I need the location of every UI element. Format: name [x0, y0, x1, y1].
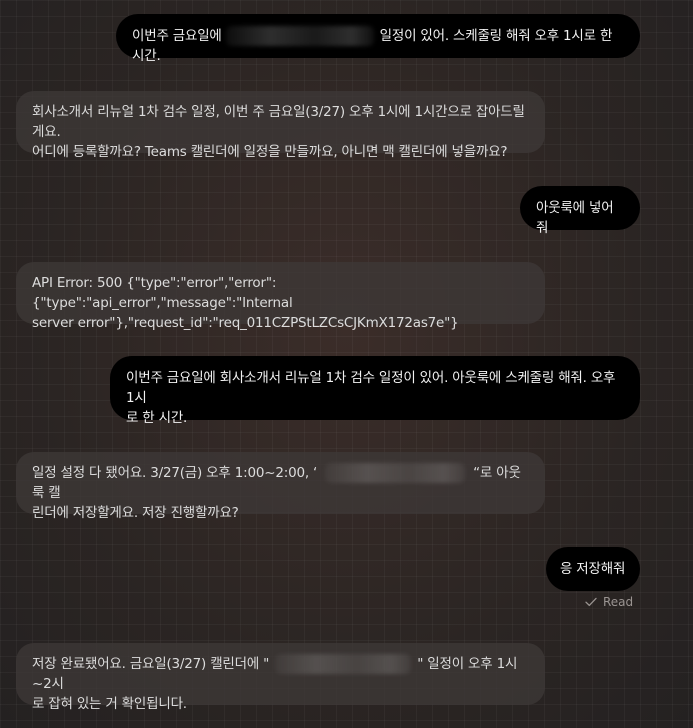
message-text: 어디에 등록할까요? Teams 캘린더에 일정을 만들까요, 아니면 맥 캘린…	[32, 144, 508, 160]
error-text: server error"},"request_id":"req_011CZPS…	[32, 315, 459, 331]
user-message: 아웃룩에 넣어줘	[520, 186, 640, 236]
user-message: 이번주 금요일에 일정이 있어. 스케줄링 해줘 오후 1시로 한 시간.	[116, 14, 640, 64]
message-text: 이번주 금요일에	[132, 28, 222, 44]
checkmark-icon	[585, 597, 597, 607]
message-line: 저장 완료됐어요. 금요일(3/27) 캘린더에 " " 일정이 오후 1시~2시	[32, 654, 529, 694]
redacted-text	[275, 654, 412, 674]
message-text: 아웃룩에 넣어줘	[536, 200, 614, 236]
read-receipt: Read	[585, 592, 633, 612]
error-text: API Error: 500 {"type":"error","error":{…	[32, 275, 293, 311]
message-text: 로 잡혀 있는 거 확인됩니다.	[32, 696, 187, 712]
user-message: 응 저장해줘	[546, 547, 640, 591]
message-text: 이번주 금요일에 회사소개서 리뉴얼 1차 검수 일정이 있어. 아웃룩에 스케…	[126, 370, 616, 406]
assistant-message: API Error: 500 {"type":"error","error":{…	[16, 262, 545, 331]
redacted-text	[225, 26, 374, 46]
assistant-message: 회사소개서 리뉴얼 1차 검수 일정, 이번 주 금요일(3/27) 오후 1시…	[16, 91, 545, 160]
message-text: 린더에 저장할게요. 저장 진행할까요?	[32, 505, 239, 521]
assistant-message: 일정 설정 다 됐어요. 3/27(금) 오후 1:00~2:00, ‘“로 아…	[16, 452, 545, 521]
message-text: 저장 완료됐어요. 금요일(3/27) 캘린더에 "	[32, 656, 270, 672]
message-text: 회사소개서 리뉴얼 1차 검수 일정, 이번 주 금요일(3/27) 오후 1시…	[32, 104, 525, 140]
assistant-message: 저장 완료됐어요. 금요일(3/27) 캘린더에 " " 일정이 오후 1시~2시…	[16, 643, 545, 712]
user-message: 이번주 금요일에 회사소개서 리뉴얼 1차 검수 일정이 있어. 아웃룩에 스케…	[110, 356, 640, 426]
message-line: 일정 설정 다 됐어요. 3/27(금) 오후 1:00~2:00, ‘“로 아…	[32, 463, 529, 503]
redacted-text	[325, 463, 466, 483]
message-text: 응 저장해줘	[560, 561, 626, 577]
message-text: 로 한 시간.	[126, 410, 188, 426]
read-label: Read	[603, 595, 634, 609]
message-text: 일정 설정 다 됐어요. 3/27(금) 오후 1:00~2:00, ‘	[32, 465, 318, 481]
